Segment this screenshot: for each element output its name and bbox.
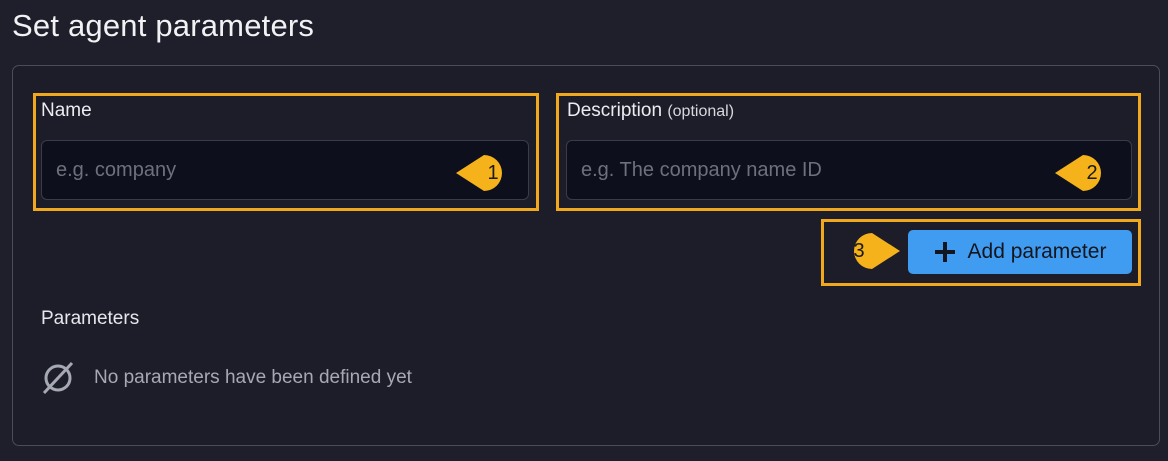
description-label-text: Description [567, 100, 663, 121]
callout-number: 2 [1086, 162, 1098, 184]
empty-set-icon [40, 360, 76, 396]
callout-1: 1 [456, 153, 516, 193]
callout-number: 1 [487, 162, 499, 184]
plus-icon [934, 241, 956, 263]
empty-state-text: No parameters have been defined yet [94, 367, 412, 388]
name-label-text: Name [41, 100, 92, 121]
name-label: Name [41, 100, 92, 122]
callout-number: 3 [853, 240, 865, 262]
optional-tag: (optional) [667, 103, 735, 120]
parameters-heading: Parameters [41, 308, 140, 329]
callout-3: 3 [838, 231, 900, 271]
empty-state: No parameters have been defined yet [40, 360, 412, 396]
add-parameter-label: Add parameter [967, 240, 1107, 263]
callout-2: 2 [1055, 153, 1115, 193]
add-parameter-button[interactable]: Add parameter [908, 230, 1132, 274]
description-label: Description (optional) [567, 100, 734, 122]
page-title: Set agent parameters [12, 8, 315, 43]
description-input[interactable] [566, 140, 1132, 200]
